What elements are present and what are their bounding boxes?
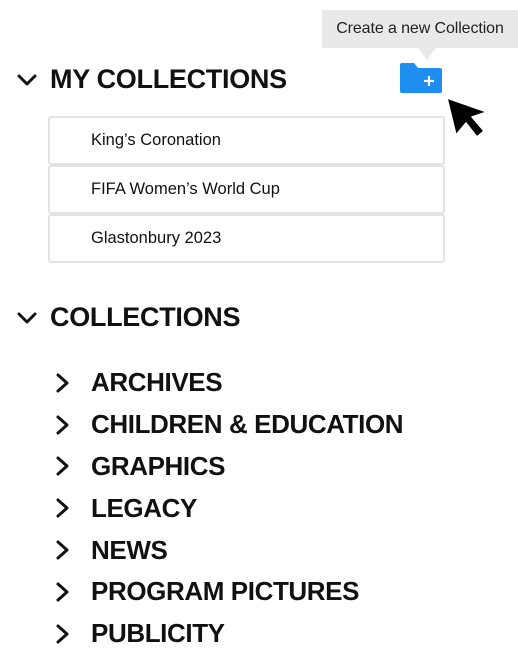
tooltip-tail [418,48,436,60]
chevron-right-icon [56,415,69,435]
chevron-right-icon [56,373,69,393]
folder-plus-icon [400,63,442,93]
collection-item-label: GRAPHICS [91,450,226,481]
mouse-pointer-icon [446,97,488,138]
collection-item-children-education[interactable]: CHILDREN & EDUCATION [54,404,514,446]
collection-item-graphics[interactable]: GRAPHICS [54,446,514,488]
collection-item-label: LEGACY [91,492,197,523]
create-collection-tooltip: Create a new Collection [322,10,518,48]
new-collection-button[interactable] [399,62,443,94]
chevron-right-icon [56,498,69,518]
collection-item-program-pictures[interactable]: PROGRAM PICTURES [54,571,514,613]
my-collection-item-fifa-womens-world-cup[interactable]: FIFA Women’s World Cup [48,165,445,214]
collection-item-news[interactable]: NEWS [54,529,514,571]
chevron-down-icon [17,74,37,85]
chevron-right-icon [56,456,69,476]
collection-item-label: CHILDREN & EDUCATION [91,409,404,440]
collection-item-label: ARCHIVES [91,367,223,398]
my-collection-item-kings-coronation[interactable]: King’s Coronation [48,116,445,165]
collection-item-label: PUBLICITY [91,618,225,649]
collections-toggle[interactable]: COLLECTIONS [16,302,241,333]
collections-list: ARCHIVES CHILDREN & EDUCATION GRAPHICS L… [54,362,514,655]
my-collections-heading: MY COLLECTIONS [50,64,287,94]
my-collection-item-glastonbury-2023[interactable]: Glastonbury 2023 [48,214,445,263]
my-collections-list: King’s Coronation FIFA Women’s World Cup… [48,116,445,263]
chevron-right-icon [56,582,69,602]
collection-item-publicity[interactable]: PUBLICITY [54,613,514,655]
collection-item-label: NEWS [91,534,168,565]
chevron-right-icon [56,540,69,560]
chevron-right-icon [56,624,69,644]
collection-item-legacy[interactable]: LEGACY [54,487,514,529]
collections-heading: COLLECTIONS [50,302,241,332]
chevron-down-icon [17,312,37,323]
collection-item-label: PROGRAM PICTURES [91,576,360,607]
my-collections-toggle[interactable]: MY COLLECTIONS [16,64,287,95]
collection-item-archives[interactable]: ARCHIVES [54,362,514,404]
